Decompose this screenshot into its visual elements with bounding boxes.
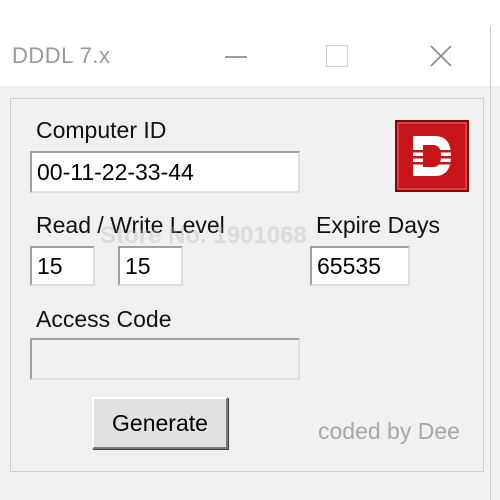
computer-id-label: Computer ID <box>36 117 167 143</box>
read-write-level-label: Read / Write Level <box>36 212 225 238</box>
credit-text: coded by Dee <box>318 418 460 444</box>
expire-days-field[interactable] <box>310 246 410 286</box>
maximize-button[interactable] <box>306 30 366 80</box>
minimize-button[interactable] <box>206 30 266 80</box>
window-title: DDDL 7.x <box>12 43 111 68</box>
write-level-field[interactable] <box>118 246 183 286</box>
access-code-field[interactable] <box>30 338 300 380</box>
generate-button[interactable]: Generate <box>92 397 228 449</box>
window-edge <box>490 26 491 500</box>
access-code-label: Access Code <box>36 306 172 332</box>
expire-days-label: Expire Days <box>316 212 440 238</box>
close-icon <box>430 45 452 67</box>
computer-id-field[interactable] <box>30 151 300 193</box>
read-level-field[interactable] <box>30 246 95 286</box>
app-logo-icon <box>395 120 469 192</box>
close-button[interactable] <box>410 30 470 80</box>
